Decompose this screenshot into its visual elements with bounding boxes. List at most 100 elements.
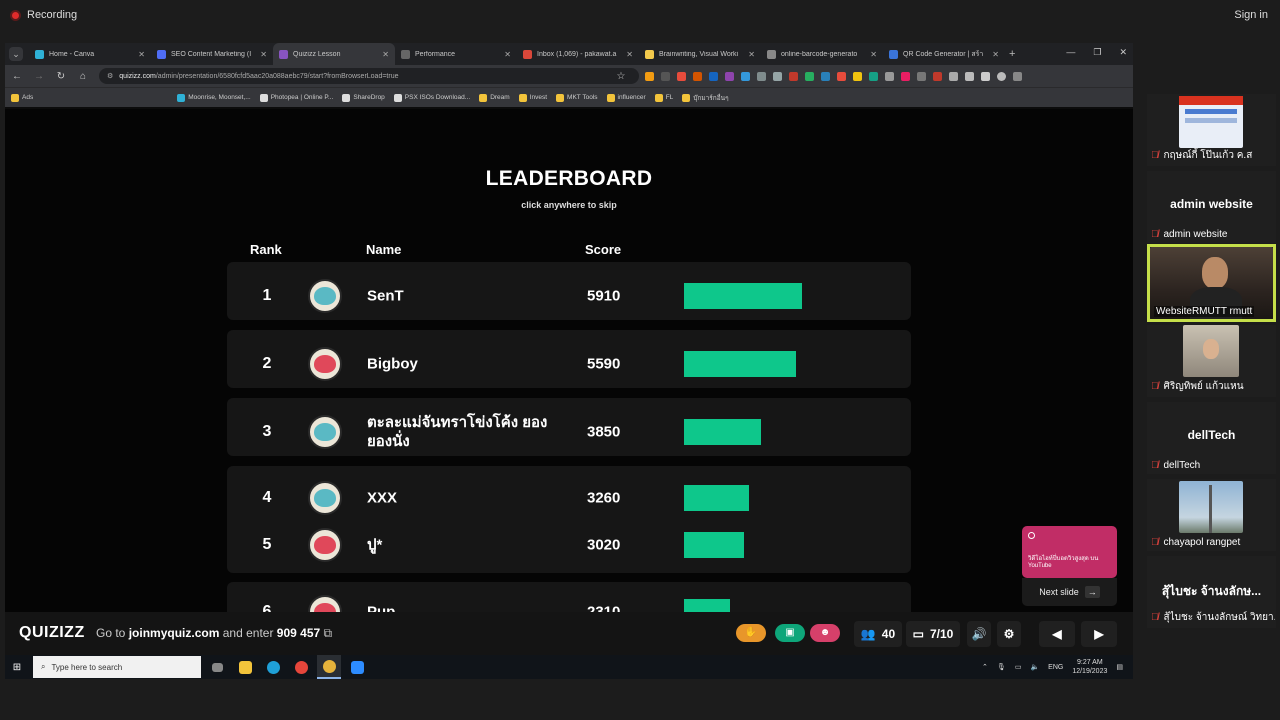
browser-tab[interactable]: Inbox (1,069) - pakawat.a ✕ [517, 43, 639, 65]
browser-menu-icon[interactable] [1013, 71, 1022, 81]
emoji-button[interactable]: ☻ [810, 624, 840, 642]
browser-tab[interactable]: online-barcode-generato ✕ [761, 43, 883, 65]
extension-icon[interactable] [885, 71, 894, 81]
close-tab-icon[interactable]: ✕ [626, 50, 633, 59]
browser-tab[interactable]: Home - Canva ✕ [29, 43, 151, 65]
slide-counter-button[interactable]: ▭ 7/10 [906, 621, 960, 647]
next-slide-button[interactable]: Next slide → [1022, 578, 1117, 606]
extension-icon[interactable] [709, 71, 718, 81]
participant-tile[interactable]: dellTech 🎙̸ dellTech [1147, 402, 1276, 474]
bookmark-star-icon[interactable]: ☆ [615, 71, 627, 82]
participant-tile[interactable]: 🎙̸ chayapol rangpet [1147, 479, 1276, 551]
url-field[interactable]: ⚙ quizizz.com/admin/presentation/6580fcf… [99, 68, 639, 84]
extension-icon[interactable] [933, 71, 942, 81]
browser-tab[interactable]: Brainwriting, Visual Worki ✕ [639, 43, 761, 65]
extension-icon[interactable] [677, 71, 686, 81]
browser-tab[interactable]: SEO Content Marketing (I ✕ [151, 43, 273, 65]
network-icon[interactable]: ▭ [1015, 663, 1022, 671]
chrome-active-icon[interactable] [317, 655, 341, 679]
extension-icon[interactable] [837, 71, 846, 81]
restore-icon[interactable]: ❐ [1093, 47, 1101, 58]
next-slide-preview[interactable]: วิดีโอไฮท์ปี่บอดวิวสูงสุด บน YouTube [1022, 526, 1117, 578]
home-icon[interactable]: ⌂ [77, 71, 89, 82]
language-indicator[interactable]: ENG [1048, 664, 1063, 671]
tray-expand-icon[interactable]: ⌃ [982, 663, 988, 671]
close-tab-icon[interactable]: ✕ [504, 50, 511, 59]
bookmark-item[interactable]: ShareDrop [342, 93, 385, 102]
bookmark-item[interactable]: บุ๊กมาร์กอื่นๆ [682, 93, 729, 103]
bookmark-item[interactable]: PSX ISOs Download... [393, 93, 470, 102]
extension-icon[interactable] [645, 71, 654, 81]
site-info-icon[interactable]: ⚙ [107, 72, 113, 80]
zoom-app-icon[interactable] [345, 655, 369, 679]
reaction-hand-button[interactable]: ✋ [736, 624, 766, 642]
close-tab-icon[interactable]: ✕ [992, 50, 999, 59]
microphone-icon[interactable]: 🎙 [997, 663, 1006, 671]
close-tab-icon[interactable]: ✕ [138, 50, 145, 59]
bookmark-item[interactable]: Dream [479, 93, 510, 102]
bookmark-item[interactable]: FL [654, 93, 673, 102]
previous-slide-button[interactable]: ◀ [1039, 621, 1075, 647]
whiteboard-button[interactable]: ▣ [775, 624, 805, 642]
extension-icon[interactable] [757, 71, 766, 81]
bookmark-item[interactable]: Ads [11, 93, 33, 102]
windows-start-icon[interactable]: ⊞ [5, 655, 29, 679]
chrome-icon[interactable] [289, 655, 313, 679]
close-tab-icon[interactable]: ✕ [260, 50, 267, 59]
tab-search-icon[interactable]: ⌄ [9, 47, 23, 61]
participant-tile-active-speaker[interactable]: WebsiteRMUTT rmutt [1147, 244, 1276, 322]
participant-tile[interactable]: 🎙̸ กฤษณ์กี้ โป๊นเก้ว ค.ส [1147, 94, 1276, 166]
participants-count-button[interactable]: 👥 40 [854, 621, 902, 647]
side-panel-icon[interactable] [981, 71, 990, 81]
browser-tab[interactable]: Performance ✕ [395, 43, 517, 65]
extension-icon[interactable] [789, 71, 798, 81]
close-tab-icon[interactable]: ✕ [870, 50, 877, 59]
close-tab-icon[interactable]: ✕ [748, 50, 755, 59]
file-explorer-icon[interactable] [233, 655, 257, 679]
bookmark-item[interactable]: Moonrise, Moonset,... [177, 93, 251, 102]
participant-tile[interactable]: 🎙̸ ศิริญทิพย์ แก้วแหน [1147, 325, 1276, 397]
extension-icon[interactable] [773, 71, 782, 81]
quizizz-presentation[interactable]: LEADERBOARD click anywhere to skip Rank … [5, 109, 1133, 612]
extension-icon[interactable] [805, 71, 814, 81]
participant-tile[interactable]: admin website 🎙̸ admin website [1147, 171, 1276, 243]
new-tab-icon[interactable]: + [1009, 48, 1015, 60]
extension-icon[interactable] [869, 71, 878, 81]
extension-icon[interactable] [693, 71, 702, 81]
taskbar-search-input[interactable]: ⌕ Type here to search [33, 656, 201, 678]
bookmark-item[interactable]: Photopea | Online P... [259, 93, 333, 102]
bookmark-item[interactable]: Invest [518, 93, 547, 102]
volume-icon[interactable]: 🔈 [1030, 663, 1039, 671]
close-window-icon[interactable]: ✕ [1119, 47, 1127, 58]
extension-icon[interactable] [949, 71, 958, 81]
next-slide-arrow-button[interactable]: ▶ [1081, 621, 1117, 647]
forward-icon[interactable]: → [33, 71, 45, 82]
extension-icon[interactable] [741, 71, 750, 81]
minimize-icon[interactable]: — [1066, 47, 1075, 58]
extension-icon[interactable] [901, 71, 910, 81]
browser-tab[interactable]: QR Code Generator | สร้า ✕ [883, 43, 1005, 65]
participant-tile[interactable]: สุ้ไบชะ จ้านงลักษ... 🎙̸ สุ้ไบชะ จ้านงลักษ… [1147, 556, 1276, 628]
extensions-puzzle-icon[interactable] [965, 71, 974, 81]
extension-icon[interactable] [661, 71, 670, 81]
sign-in-link[interactable]: Sign in [1234, 9, 1268, 21]
bookmark-item[interactable]: MKT Tools [556, 93, 598, 102]
skip-hint[interactable]: click anywhere to skip [5, 200, 1133, 210]
volume-button[interactable]: 🔊 [967, 621, 991, 647]
clock[interactable]: 9:27 AM 12/19/2023 [1072, 658, 1107, 676]
task-view-icon[interactable] [205, 655, 229, 679]
extension-icon[interactable] [853, 71, 862, 81]
browser-tab[interactable]: Quizizz Lesson ✕ [273, 43, 395, 65]
notification-icon[interactable]: ▤ [1116, 663, 1123, 671]
back-icon[interactable]: ← [11, 71, 23, 82]
extension-icon[interactable] [725, 71, 734, 81]
copy-code-icon[interactable]: ⧉ [324, 626, 333, 640]
extension-icon[interactable] [917, 71, 926, 81]
extension-icon[interactable] [821, 71, 830, 81]
edge-icon[interactable] [261, 655, 285, 679]
close-tab-icon[interactable]: ✕ [382, 50, 389, 59]
reload-icon[interactable]: ↻ [55, 71, 67, 82]
bookmark-item[interactable]: influencer [606, 93, 646, 102]
settings-button[interactable]: ⚙ [997, 621, 1021, 647]
profile-avatar-icon[interactable] [997, 71, 1006, 81]
